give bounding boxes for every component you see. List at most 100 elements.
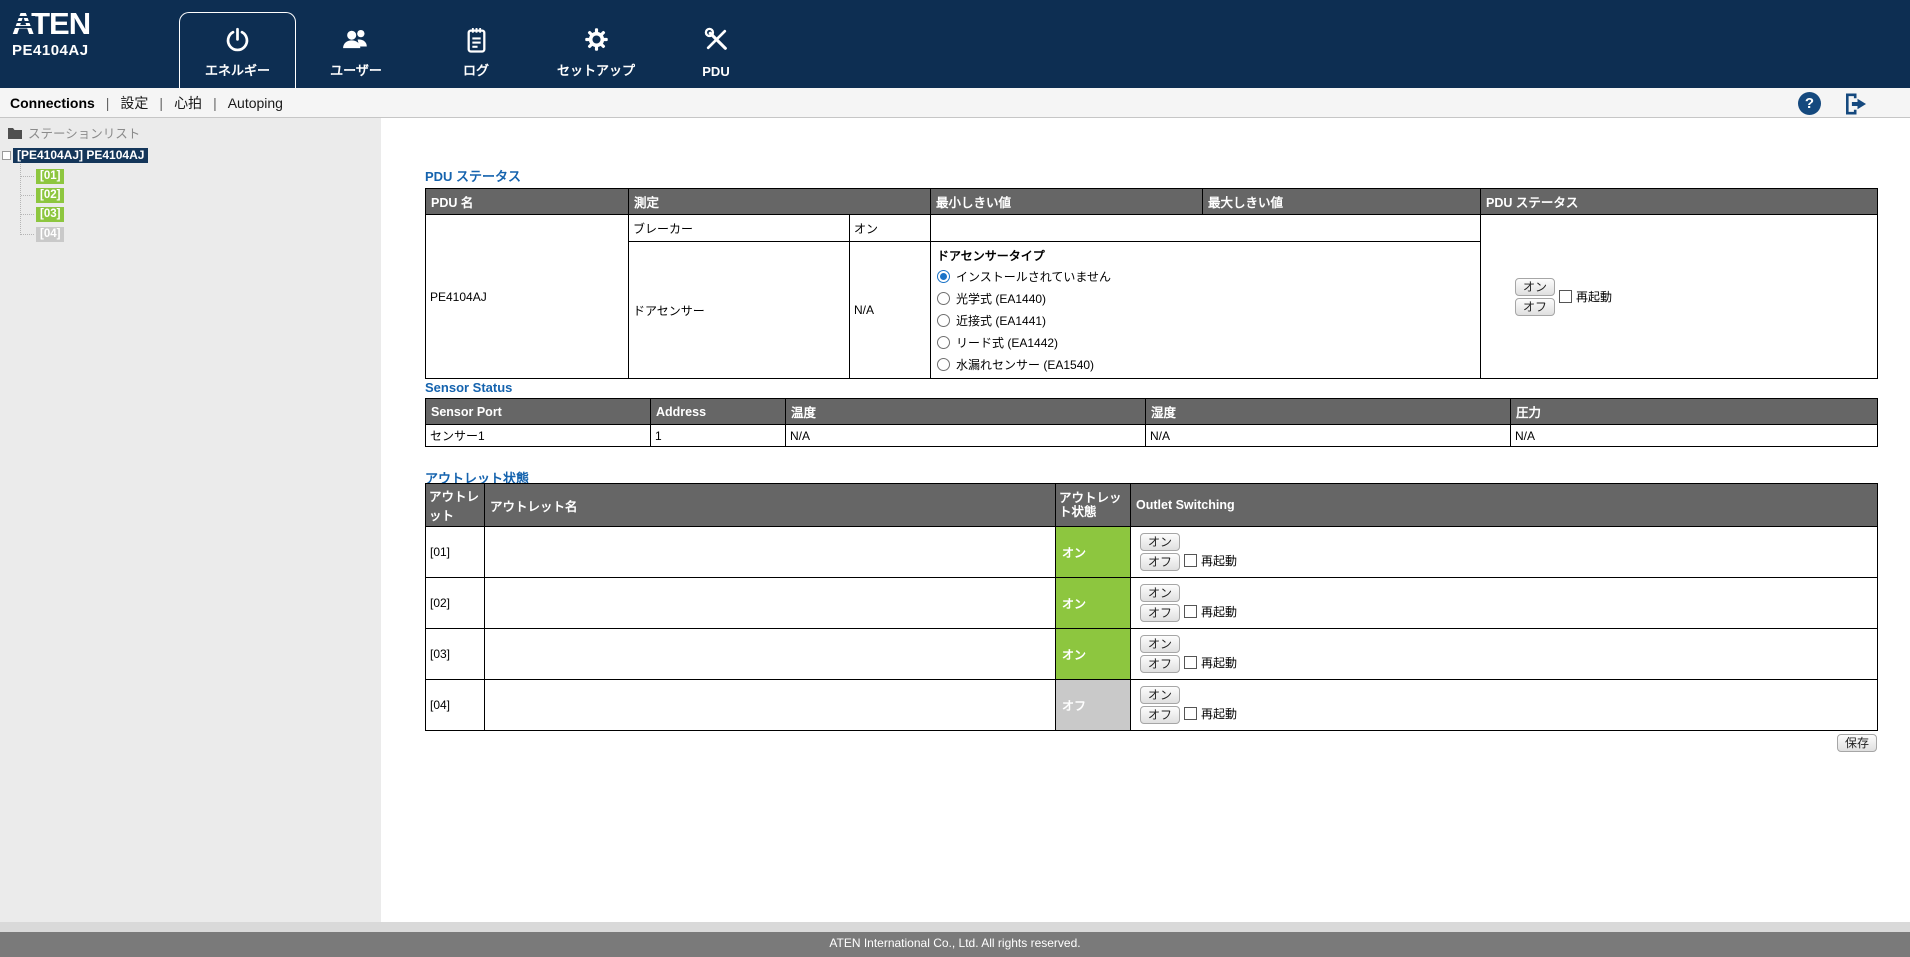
outlet-03-reboot-checkbox[interactable] (1184, 656, 1198, 669)
column-header: PDU ステータス (1480, 188, 1879, 215)
outlet-switching-cell: オン オフ 再起動 (1130, 526, 1878, 578)
subnav-item-autoping[interactable]: Autoping (228, 95, 283, 111)
outlet-01-on-button[interactable]: オン (1140, 533, 1181, 551)
tree-connector (21, 214, 34, 215)
door-sensor-type-cell: ドアセンサータイプ インストールされていません 光学式 (EA1440) 近接式… (930, 241, 1482, 379)
outlet-name-cell (484, 628, 1056, 680)
tab-energy[interactable]: エネルギー (179, 12, 296, 88)
column-header: アウトレット (425, 483, 485, 527)
sensor-temperature-cell: N/A (785, 424, 1146, 447)
top-bar: ATEN PE4104AJ エネルギー ユーザー ログ セットアップ PDU (0, 0, 1910, 88)
secondary-nav-items: Connections | 設定 | 心拍 | Autoping (0, 93, 283, 113)
outlet-row-02: [02] オン オン オフ 再起動 (425, 577, 1878, 629)
column-header: 湿度 (1145, 398, 1511, 425)
subnav-item-settings[interactable]: 設定 (120, 93, 148, 113)
outlet-status-table: アウトレット アウトレット名 アウトレット状態 Outlet Switching… (425, 483, 1878, 731)
outlet-03-on-button[interactable]: オン (1140, 635, 1181, 653)
save-button[interactable]: 保存 (1836, 734, 1877, 752)
radio-label: インストールされていません (956, 270, 1112, 284)
column-header: Address (650, 398, 786, 425)
outlet-02-reboot-checkbox[interactable] (1184, 605, 1198, 618)
tab-setup[interactable]: セットアップ (546, 12, 646, 88)
column-header: 圧力 (1510, 398, 1878, 425)
door-sensor-radio-reed[interactable] (937, 336, 951, 349)
outlet-01-reboot-checkbox[interactable] (1184, 554, 1198, 567)
tab-pdu[interactable]: PDU (666, 12, 766, 88)
folder-icon (8, 127, 22, 139)
outlet-name-cell (484, 679, 1056, 731)
column-header: PDU 名 (425, 188, 629, 215)
station-list-label: ステーションリスト (28, 127, 141, 141)
column-header: 温度 (785, 398, 1146, 425)
pdu-reboot-checkbox[interactable] (1559, 290, 1573, 303)
outlet-03-off-button[interactable]: オフ (1140, 655, 1181, 673)
sidebar-outlet-02[interactable]: [02] (36, 188, 65, 203)
column-header: アウトレット名 (484, 483, 1056, 527)
door-sensor-radio-proximity[interactable] (937, 314, 951, 327)
sensor-row: センサー1 1 N/A N/A N/A (425, 424, 1878, 447)
sensor-port-cell: センサー1 (425, 424, 651, 447)
pdu-status-table: PDU 名 測定 最小しきい値 最大しきい値 PDU ステータス PE4104A… (425, 188, 1879, 379)
logout-icon[interactable] (1843, 92, 1869, 116)
outlet-id-cell: [04] (425, 679, 485, 731)
users-icon (306, 26, 406, 54)
sensor-status-title: Sensor Status (425, 380, 513, 395)
station-node[interactable]: [PE4104AJ] PE4104AJ (13, 148, 149, 163)
tree-connector (21, 176, 34, 177)
outlet-row-04: [04] オフ オン オフ 再起動 (425, 679, 1878, 731)
tab-label: エネルギー (204, 63, 270, 78)
outlet-name-cell (484, 577, 1056, 629)
tree-collapse-toggle[interactable] (2, 151, 11, 160)
reboot-label: 再起動 (1201, 707, 1238, 721)
door-sensor-radio-waterleak[interactable] (937, 358, 951, 371)
pdu-off-button[interactable]: オフ (1515, 297, 1556, 316)
subnav-item-heartbeat[interactable]: 心拍 (174, 93, 202, 113)
tab-users[interactable]: ユーザー (306, 12, 406, 88)
sensor-status-table: Sensor Port Address 温度 湿度 圧力 センサー1 1 N/A… (425, 398, 1878, 447)
outlet-01-off-button[interactable]: オフ (1140, 553, 1181, 571)
device-model-label: PE4104AJ (12, 42, 89, 59)
column-header: Sensor Port (425, 398, 651, 425)
outlet-04-reboot-checkbox[interactable] (1184, 707, 1198, 720)
log-icon (426, 26, 526, 54)
subnav-item-connections[interactable]: Connections (10, 95, 95, 111)
threshold-cell (930, 214, 1482, 242)
separator: | (105, 94, 110, 111)
sidebar-outlet-03[interactable]: [03] (36, 207, 65, 222)
station-sidebar: ステーションリスト [PE4104AJ] PE4104AJ [01] [02] … (0, 118, 381, 922)
outlet-04-on-button[interactable]: オン (1140, 686, 1181, 704)
outlet-state-cell: オン (1055, 577, 1131, 629)
outlet-02-on-button[interactable]: オン (1140, 584, 1181, 602)
sensor-pressure-cell: N/A (1510, 424, 1878, 447)
tab-label: PDU (702, 64, 730, 79)
radio-label: 光学式 (EA1440) (956, 292, 1047, 306)
tab-log[interactable]: ログ (426, 12, 526, 88)
help-icon[interactable]: ? (1798, 92, 1821, 115)
separator: | (159, 94, 164, 111)
outlet-state-cell: オン (1055, 628, 1131, 680)
outlet-id-cell: [01] (425, 526, 485, 578)
sidebar-outlet-01[interactable]: [01] (36, 169, 65, 184)
column-header: 測定 (627, 188, 932, 215)
outlet-switching-cell: オン オフ 再起動 (1130, 628, 1878, 680)
pdu-on-button[interactable]: オン (1515, 277, 1556, 296)
sidebar-outlet-04[interactable]: [04] (36, 227, 65, 242)
tab-label: セットアップ (556, 63, 635, 78)
outlet-04-off-button[interactable]: オフ (1140, 706, 1181, 724)
reboot-label: 再起動 (1201, 605, 1238, 619)
footer-copyright: ATEN International Co., Ltd. All rights … (0, 932, 1910, 957)
pdu-status-title: PDU ステータス (425, 169, 522, 184)
door-sensor-radio-not-installed[interactable] (937, 270, 951, 283)
aten-logo-text: ATEN (12, 6, 91, 41)
tools-icon (666, 26, 766, 54)
door-sensor-radio-optical[interactable] (937, 292, 951, 305)
tree-connector (20, 164, 21, 235)
page: ATEN PE4104AJ エネルギー ユーザー ログ セットアップ PDU C… (0, 0, 1910, 957)
outlet-02-off-button[interactable]: オフ (1140, 604, 1181, 622)
radio-label: 近接式 (EA1441) (956, 314, 1047, 328)
sensor-humidity-cell: N/A (1145, 424, 1511, 447)
outlet-switching-cell: オン オフ 再起動 (1130, 577, 1878, 629)
reboot-label: 再起動 (1201, 656, 1238, 670)
door-sensor-type-title: ドアセンサータイプ (937, 249, 1045, 263)
radio-label: 水漏れセンサー (EA1540) (956, 358, 1095, 372)
